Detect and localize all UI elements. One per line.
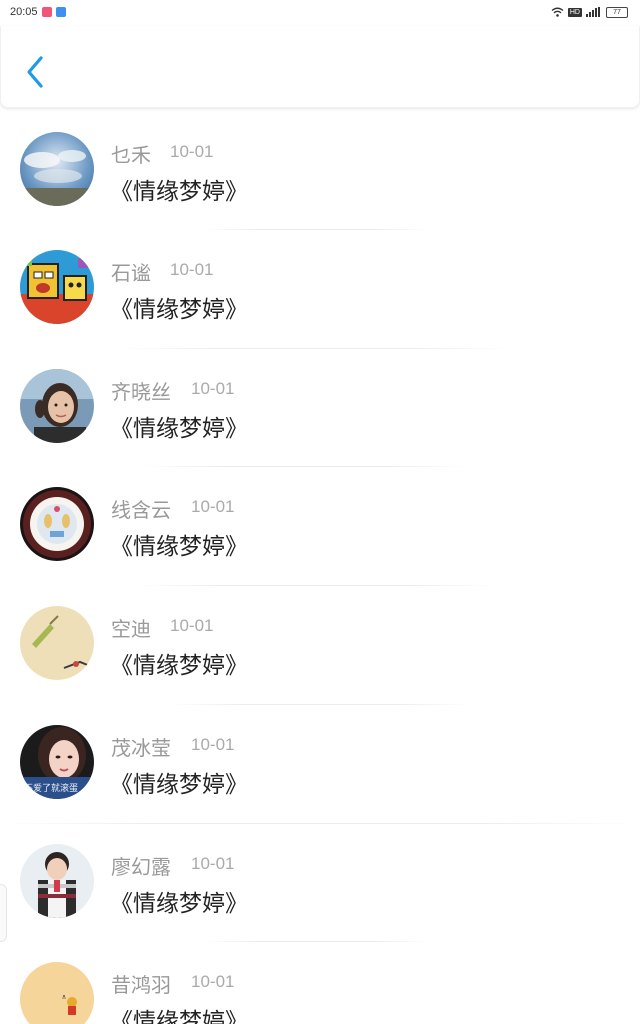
list-item[interactable]: 线含云 10-01 《情缘梦婷》	[0, 467, 640, 586]
item-date: 10-01	[191, 379, 235, 398]
avatar[interactable]: 不爱了就滚蛋	[20, 725, 94, 799]
list-item[interactable]: 空迪 10-01 《情缘梦婷》	[0, 586, 640, 705]
item-date: 10-01	[191, 735, 235, 754]
avatar[interactable]	[20, 606, 94, 680]
list-item[interactable]: 齐晓丝 10-01 《情缘梦婷》	[0, 349, 640, 467]
list-item[interactable]: 乜禾 10-01 《情缘梦婷》	[0, 112, 640, 230]
item-date: 10-01	[191, 497, 235, 516]
item-date: 10-01	[191, 972, 235, 991]
battery-icon: 77	[606, 6, 628, 18]
item-title[interactable]: 《情缘梦婷》	[110, 646, 248, 680]
status-bar: 20:05 HD 77	[0, 0, 640, 26]
list-item[interactable]: 昔鸿羽 10-01 《情缘梦婷》	[0, 942, 640, 1024]
hd-badge: HD	[567, 7, 582, 17]
item-name: 昔鸿羽	[111, 973, 171, 997]
list-item[interactable]: 石谧 10-01 《情缘梦婷》	[0, 230, 640, 349]
avatar-image-portrait: 不爱了就滚蛋	[20, 725, 94, 799]
avatar-image-cartoon	[20, 250, 94, 324]
avatar-image-beige	[20, 606, 94, 680]
edge-handle[interactable]	[0, 884, 7, 942]
comment-list: 乜禾 10-01 《情缘梦婷》 石谧 10-01 《情缘梦婷》 齐晓丝 10-0…	[0, 112, 640, 1024]
item-title[interactable]: 《情缘梦婷》	[110, 290, 248, 324]
avatar-image-child	[20, 844, 94, 918]
avatar[interactable]	[20, 132, 94, 206]
signal-icon	[586, 7, 600, 17]
item-date: 10-01	[191, 854, 235, 873]
item-name: 空迪	[111, 617, 151, 641]
item-date: 10-01	[170, 142, 214, 161]
avatar-caption: 不爱了就滚蛋	[24, 782, 78, 794]
avatar[interactable]	[20, 250, 94, 324]
avatar-image-plate	[20, 487, 94, 561]
avatar-image-sky	[20, 132, 94, 206]
item-title[interactable]: 《情缘梦婷》	[110, 765, 248, 799]
avatar[interactable]	[20, 962, 94, 1024]
item-title[interactable]: 《情缘梦婷》	[110, 527, 248, 561]
item-name: 齐晓丝	[111, 380, 171, 404]
avatar[interactable]	[20, 369, 94, 443]
item-name: 茂冰莹	[111, 736, 171, 760]
item-date: 10-01	[170, 260, 214, 279]
avatar[interactable]	[20, 844, 94, 918]
status-time: 20:05	[10, 6, 38, 18]
item-title[interactable]: 《情缘梦婷》	[110, 409, 248, 443]
item-name: 线含云	[111, 498, 171, 522]
notification-app-icon-2	[56, 7, 66, 17]
list-item[interactable]: 不爱了就滚蛋 茂冰莹 10-01 《情缘梦婷》	[0, 705, 640, 824]
wifi-icon	[551, 7, 564, 17]
avatar-image-pooh	[20, 962, 94, 1024]
item-title[interactable]: 《情缘梦婷》	[110, 172, 248, 206]
item-title[interactable]: 《情缘梦婷》	[110, 1002, 248, 1024]
back-button[interactable]	[17, 50, 53, 94]
item-name: 乜禾	[111, 143, 151, 167]
avatar-image-girl	[20, 369, 94, 443]
header-bar	[0, 26, 640, 108]
avatar[interactable]	[20, 487, 94, 561]
item-name: 石谧	[111, 261, 151, 285]
notification-app-icon	[42, 7, 52, 17]
list-item[interactable]: 廖幻露 10-01 《情缘梦婷》	[0, 824, 640, 942]
screen: 20:05 HD 77 乜禾 10-01 《情缘梦婷》 石谧 10-01 《情缘…	[0, 0, 640, 1024]
chevron-left-icon	[27, 56, 43, 88]
item-date: 10-01	[170, 616, 214, 635]
item-name: 廖幻露	[111, 855, 171, 879]
status-indicators: HD 77	[551, 6, 628, 18]
item-title[interactable]: 《情缘梦婷》	[110, 884, 248, 918]
